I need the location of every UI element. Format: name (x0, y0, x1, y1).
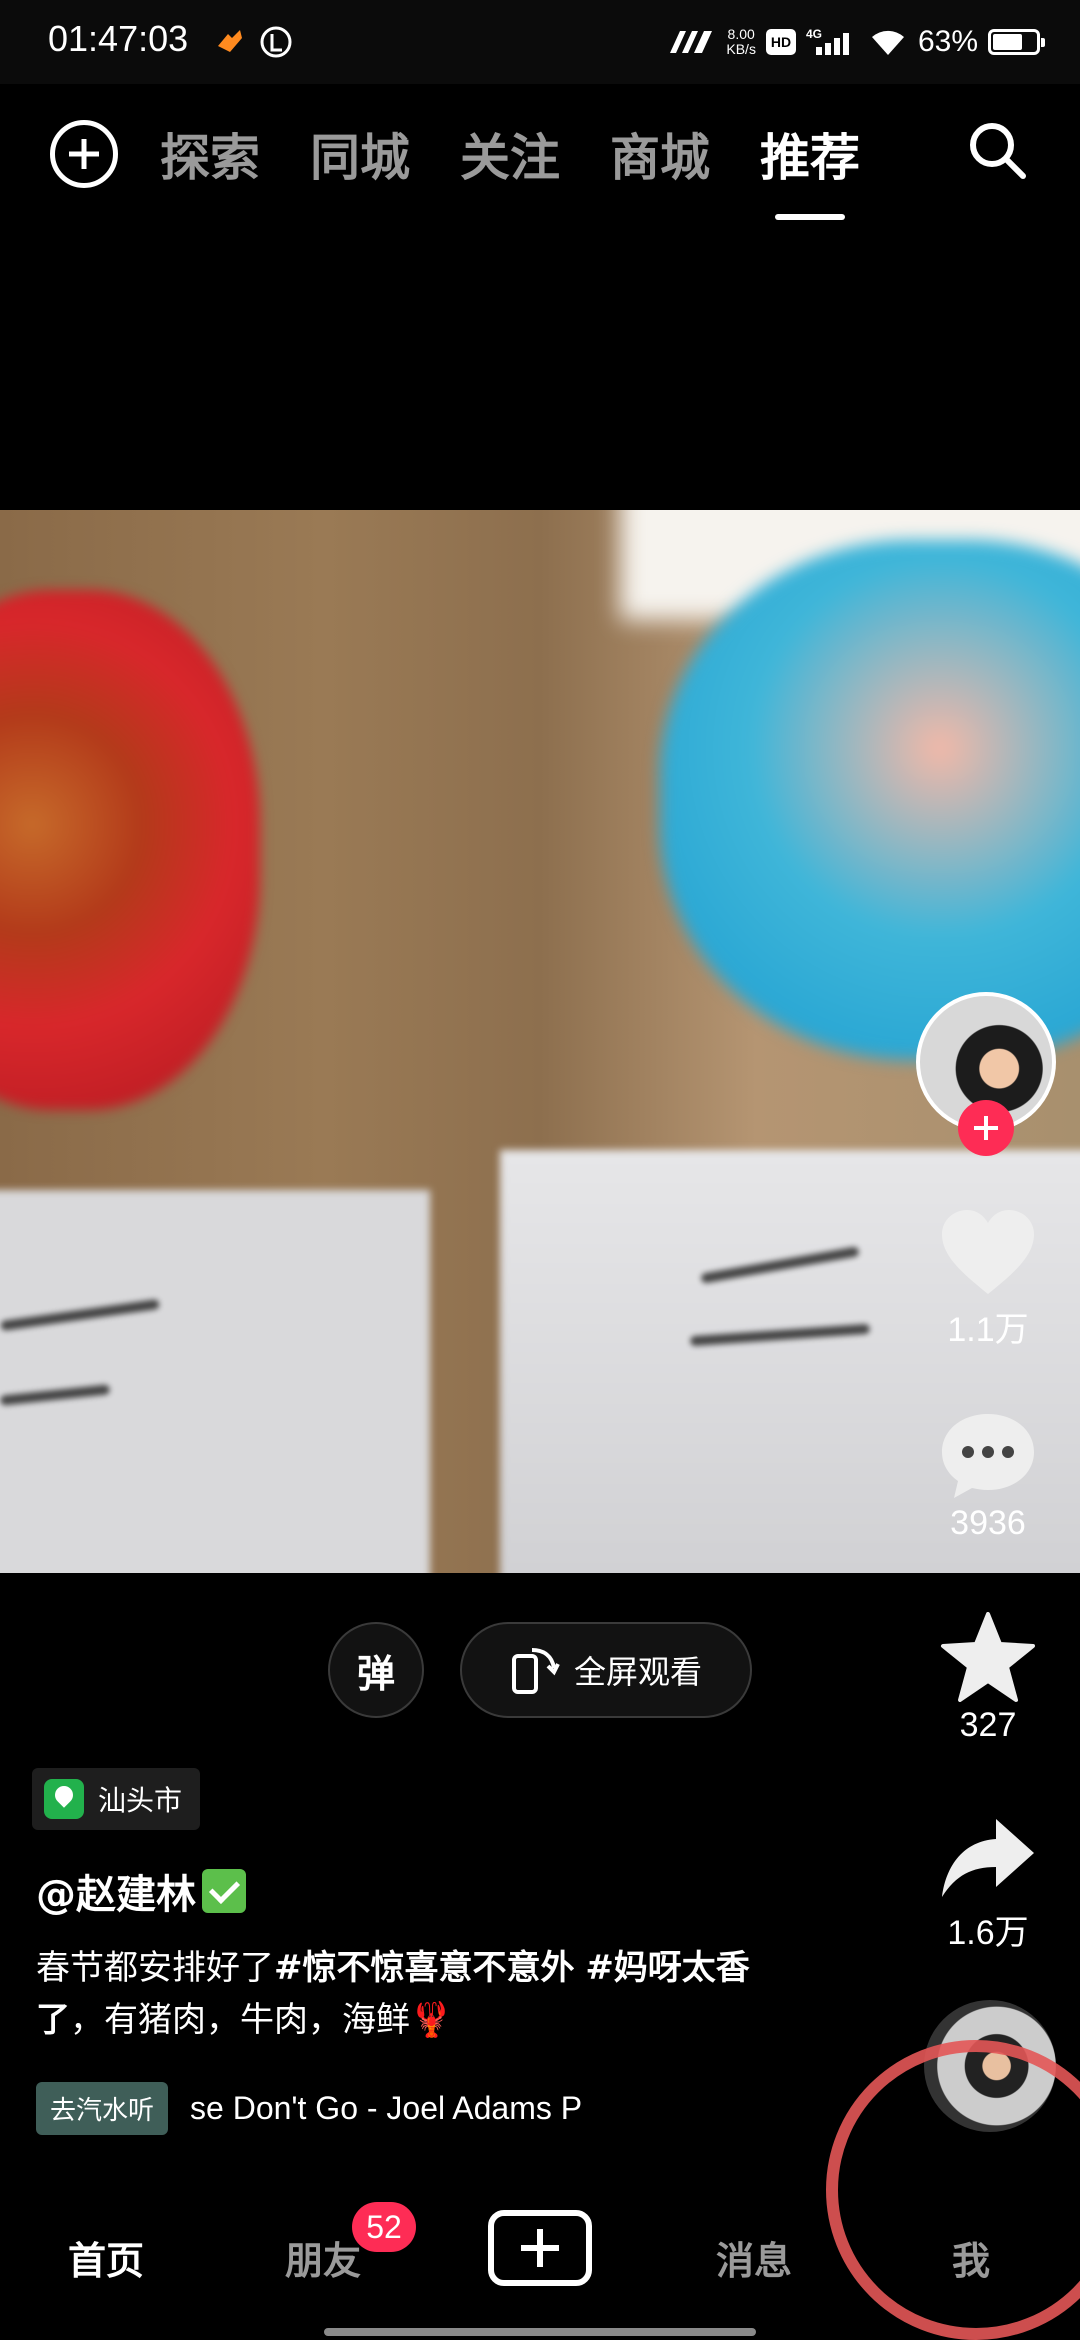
follow-plus-icon[interactable] (958, 1100, 1014, 1156)
cellular-signal-icon: 4G (806, 27, 849, 55)
battery-percent: 63% (917, 25, 978, 58)
heart-icon (942, 1210, 1034, 1294)
fullscreen-button[interactable]: 全屏观看 (460, 1622, 752, 1718)
app-notification-icon-2 (260, 26, 292, 58)
tab-recommend[interactable]: 推荐 (760, 118, 860, 190)
like-button[interactable]: 1.1万 (920, 1208, 1056, 1351)
tab-nearby[interactable]: 同城 (310, 118, 410, 190)
comment-icon (942, 1414, 1034, 1498)
comment-count: 3936 (950, 1504, 1026, 1542)
home-indicator[interactable] (324, 2328, 756, 2336)
battery-level (993, 34, 1022, 50)
video-caption[interactable]: 春节都安排好了#惊不惊喜意不意外 #妈呀太香了，有猪肉，牛肉，海鲜🦞 (36, 1942, 756, 2046)
create-post-button[interactable] (488, 2210, 592, 2286)
share-button[interactable]: 1.6万 (920, 1815, 1056, 1954)
video-frame-detail (0, 590, 260, 1110)
share-arrow-icon (942, 1819, 1034, 1897)
location-tag[interactable]: 汕头市 (32, 1768, 201, 1830)
video-frame-detail (0, 1190, 430, 1573)
share-count: 1.6万 (947, 1914, 1029, 1952)
music-row[interactable]: 去汽水听 se Don't Go - Joel Adams P (36, 2082, 582, 2135)
comment-button[interactable]: 3936 (920, 1410, 1056, 1543)
video-frame-detail (660, 540, 1080, 1060)
friends-badge: 52 (352, 2202, 416, 2252)
search-icon[interactable] (965, 118, 1029, 182)
nav-messages[interactable]: 消息 (716, 2230, 792, 2285)
location-label: 汕头市 (98, 1784, 183, 1817)
like-count: 1.1万 (947, 1311, 1029, 1349)
battery-icon (988, 29, 1045, 55)
tab-mall[interactable]: 商城 (610, 118, 710, 190)
status-time: 01:47:03 (48, 18, 189, 59)
hd-badge: HD (765, 29, 796, 55)
nav-home[interactable]: 首页 (68, 2230, 144, 2285)
author-username[interactable]: @赵建林 (36, 1862, 246, 1920)
signal-carrier-icon (670, 31, 713, 53)
music-title: se Don't Go - Joel Adams P (190, 2090, 583, 2126)
tab-following[interactable]: 关注 (460, 118, 560, 190)
danmu-toggle-button[interactable]: 弹 (328, 1622, 424, 1718)
wifi-icon (871, 30, 904, 55)
fullscreen-label: 全屏观看 (573, 1653, 702, 1691)
favorite-button[interactable]: 327 (920, 1612, 1056, 1745)
rotate-screen-icon (511, 1648, 560, 1694)
status-bar: 01:47:03 8.00 KB/s HD 4G 63% (0, 0, 1080, 84)
svg-text:4G: 4G (806, 27, 822, 41)
verified-check-icon (202, 1869, 246, 1913)
tab-explore[interactable]: 探索 (160, 118, 260, 190)
music-app-tag[interactable]: 去汽水听 (36, 2082, 169, 2135)
status-indicators: 8.00 KB/s HD 4G 63% (666, 18, 1045, 66)
top-tabs: 探索 同城 关注 商城 推荐 (160, 118, 860, 190)
add-plus-icon[interactable] (50, 120, 118, 188)
location-pin-icon (44, 1779, 84, 1819)
star-icon (941, 1612, 1035, 1702)
app-notification-icon (218, 30, 242, 52)
favorite-count: 327 (959, 1706, 1017, 1744)
net-speed: 8.00 KB/s (726, 26, 756, 57)
nav-friends[interactable]: 朋友 (285, 2230, 361, 2285)
hashtag[interactable]: #惊不惊喜意不意外 (274, 1948, 575, 1988)
